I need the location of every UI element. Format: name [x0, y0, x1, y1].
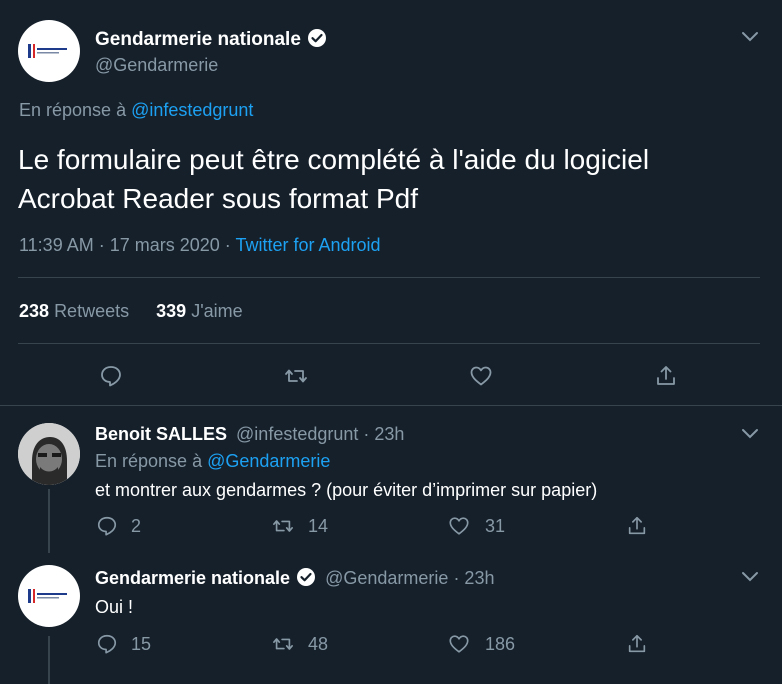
- user-avatar[interactable]: [18, 423, 80, 485]
- reply-author-handle[interactable]: @Gendarmerie: [325, 568, 448, 588]
- like-count: 31: [485, 516, 506, 536]
- tweet-stats: 238 Retweets 339 J'aime: [19, 301, 243, 322]
- reply-text: et montrer aux gendarmes ? (pour éviter …: [95, 480, 598, 500]
- thread-connector: [48, 489, 50, 553]
- meta-separator: ·: [224, 235, 231, 255]
- reply-prefix: En réponse à: [19, 100, 127, 120]
- divider: [0, 405, 782, 406]
- source-link[interactable]: Twitter for Android: [235, 235, 380, 255]
- share-icon[interactable]: [626, 633, 648, 655]
- avatar-photo: [18, 423, 80, 485]
- retweets-count: 238: [19, 301, 50, 321]
- retweet-icon[interactable]: [272, 515, 294, 537]
- reply-author-name[interactable]: Benoit SALLES: [95, 424, 227, 444]
- reply-author-name[interactable]: Gendarmerie nationale: [95, 568, 290, 588]
- retweet-icon[interactable]: [284, 364, 308, 388]
- retweet-count: 14: [308, 516, 329, 536]
- tweet-text-line: Acrobat Reader sous format Pdf: [18, 183, 418, 214]
- author-handle[interactable]: @Gendarmerie: [95, 55, 218, 76]
- reply-icon[interactable]: [96, 633, 118, 655]
- heart-icon[interactable]: [469, 364, 493, 388]
- reply-header: Benoit SALLES @infestedgrunt · 23h: [95, 424, 404, 445]
- reply-time[interactable]: · 23h: [363, 424, 404, 444]
- thread-connector: [48, 636, 50, 684]
- likes-count: 339: [156, 301, 187, 321]
- chevron-down-icon[interactable]: [741, 427, 759, 439]
- like-count: 186: [485, 634, 516, 654]
- reply-to-link[interactable]: @infestedgrunt: [131, 100, 253, 120]
- author-name[interactable]: Gendarmerie nationale: [95, 29, 301, 50]
- verified-badge-icon: [307, 29, 326, 47]
- reply-icon[interactable]: [96, 515, 118, 537]
- reply-prefix: En réponse à: [95, 451, 203, 471]
- reply-count: 2: [131, 516, 142, 536]
- reply-header: Gendarmerie nationale @Gendarmerie · 23h: [95, 567, 494, 589]
- verified-badge-icon: [297, 568, 316, 586]
- retweets-stat[interactable]: 238 Retweets: [19, 301, 129, 321]
- gendarmerie-avatar[interactable]: [18, 565, 80, 627]
- reply-icon[interactable]: [99, 364, 123, 388]
- reply-context: En réponse à @Gendarmerie: [95, 451, 330, 472]
- likes-stat[interactable]: 339 J'aime: [156, 301, 243, 321]
- author-name-row[interactable]: Gendarmerie nationale: [95, 28, 327, 51]
- gendarmerie-logo: [28, 44, 67, 58]
- reply-to-link[interactable]: @Gendarmerie: [207, 451, 330, 471]
- tweet-text: Le formulaire peut être complété à l'aid…: [18, 140, 649, 218]
- share-icon[interactable]: [654, 364, 678, 388]
- gendarmerie-avatar[interactable]: [18, 20, 80, 82]
- reply-time[interactable]: · 23h: [453, 568, 494, 588]
- tweet-text-line: Le formulaire peut être complété à l'aid…: [18, 144, 650, 175]
- reply-context: En réponse à @infestedgrunt: [19, 100, 253, 121]
- likes-label: J'aime: [191, 301, 243, 321]
- reply-author-handle[interactable]: @infestedgrunt: [236, 424, 358, 444]
- reply-count: 15: [131, 634, 152, 654]
- divider: [18, 277, 760, 278]
- retweets-label: Retweets: [54, 301, 130, 321]
- chevron-down-icon[interactable]: [741, 30, 759, 42]
- timestamp[interactable]: 11:39 AM · 17 mars 2020: [19, 235, 220, 255]
- retweet-icon[interactable]: [272, 633, 294, 655]
- share-icon[interactable]: [626, 515, 648, 537]
- tweet-meta: 11:39 AM · 17 mars 2020 · Twitter for An…: [19, 235, 381, 256]
- chevron-down-icon[interactable]: [741, 570, 759, 582]
- heart-icon[interactable]: [448, 515, 470, 537]
- gendarmerie-logo: [28, 589, 67, 603]
- reply-text: Oui !: [95, 597, 134, 617]
- divider: [18, 343, 760, 344]
- retweet-count: 48: [308, 634, 329, 654]
- heart-icon[interactable]: [448, 633, 470, 655]
